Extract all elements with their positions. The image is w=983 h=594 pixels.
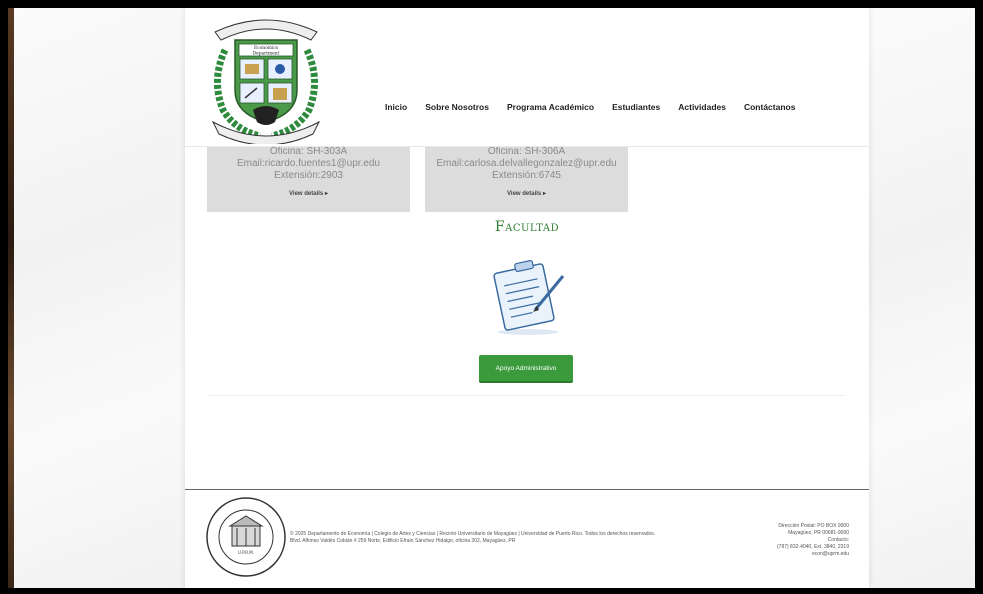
- card-office: Oficina: SH-303A: [269, 146, 348, 157]
- contact-phone: (787) 832-4040, Ext. 3840, 2319: [777, 544, 849, 550]
- nav-actividades[interactable]: Actividades: [678, 102, 726, 112]
- footer-contact-block: Dirección Postal: PO BOX 9000 Mayagüez, …: [739, 523, 849, 558]
- site-footer: U.P.R.M. © 2025 Departamento de Economía…: [185, 489, 869, 588]
- contact-email[interactable]: econ@uprm.edu: [739, 551, 849, 558]
- postal-label: Dirección Postal: PO BOX 9000: [778, 523, 849, 529]
- card-email: Email:carlosa.delvallegonzalez@upr.edu: [436, 158, 617, 169]
- contact-label: Contacto:: [827, 537, 849, 543]
- nav-inicio[interactable]: Inicio: [385, 102, 407, 112]
- seal-center-text: U.P.R.M.: [238, 550, 254, 555]
- nav-estudiantes[interactable]: Estudiantes: [612, 102, 660, 112]
- clipboard-document-icon: [493, 259, 565, 335]
- postal-city: Mayagüez, PR 00681-9000: [788, 530, 849, 536]
- card-extension: Extensión:6745: [492, 170, 561, 181]
- card-office: Oficina: SH-306A: [487, 146, 566, 157]
- footer-copyright-block: © 2025 Departamento de Economía | Colegi…: [290, 531, 760, 545]
- nav-programa-academico[interactable]: Programa Académico: [507, 102, 594, 112]
- nav-contactanos[interactable]: Contáctanos: [744, 102, 795, 112]
- uprm-seal-logo: U.P.R.M.: [206, 497, 286, 577]
- footer-copyright: © 2025 Departamento de Economía | Colegi…: [290, 531, 656, 537]
- browser-window: Oficina: SH-303A Email:ricardo.fuentes1@…: [8, 8, 975, 588]
- main-nav: Inicio Sobre Nosotros Programa Académico…: [385, 102, 813, 112]
- svg-text:Department: Department: [253, 52, 280, 57]
- site-header: Economics Department Inicio Sobre Nosotr…: [185, 8, 869, 147]
- faculty-card: Oficina: SH-306A Email:carlosa.delvalleg…: [425, 138, 628, 212]
- apoyo-administrativo-button[interactable]: Apoyo Administrativo: [479, 355, 573, 383]
- view-details-link[interactable]: View details ▸: [425, 190, 628, 197]
- section-divider: [207, 395, 845, 396]
- view-details-link[interactable]: View details ▸: [207, 190, 410, 197]
- background-right: [869, 8, 975, 588]
- card-extension: Extensión:2903: [274, 170, 343, 181]
- card-email: Email:ricardo.fuentes1@upr.edu: [236, 158, 380, 169]
- faculty-card: Oficina: SH-303A Email:ricardo.fuentes1@…: [207, 138, 410, 212]
- faculty-heading: Facultad: [494, 219, 560, 235]
- svg-text:Economics: Economics: [254, 46, 279, 51]
- economics-department-logo[interactable]: Economics Department: [205, 10, 327, 144]
- footer-address: Blvd. Alfonso Valdés Cobián # 259 Norte,…: [290, 538, 516, 544]
- left-edge-strip: [8, 8, 14, 588]
- page-container: Oficina: SH-303A Email:ricardo.fuentes1@…: [185, 8, 869, 588]
- background-left: [8, 8, 185, 588]
- nav-sobre-nosotros[interactable]: Sobre Nosotros: [425, 102, 489, 112]
